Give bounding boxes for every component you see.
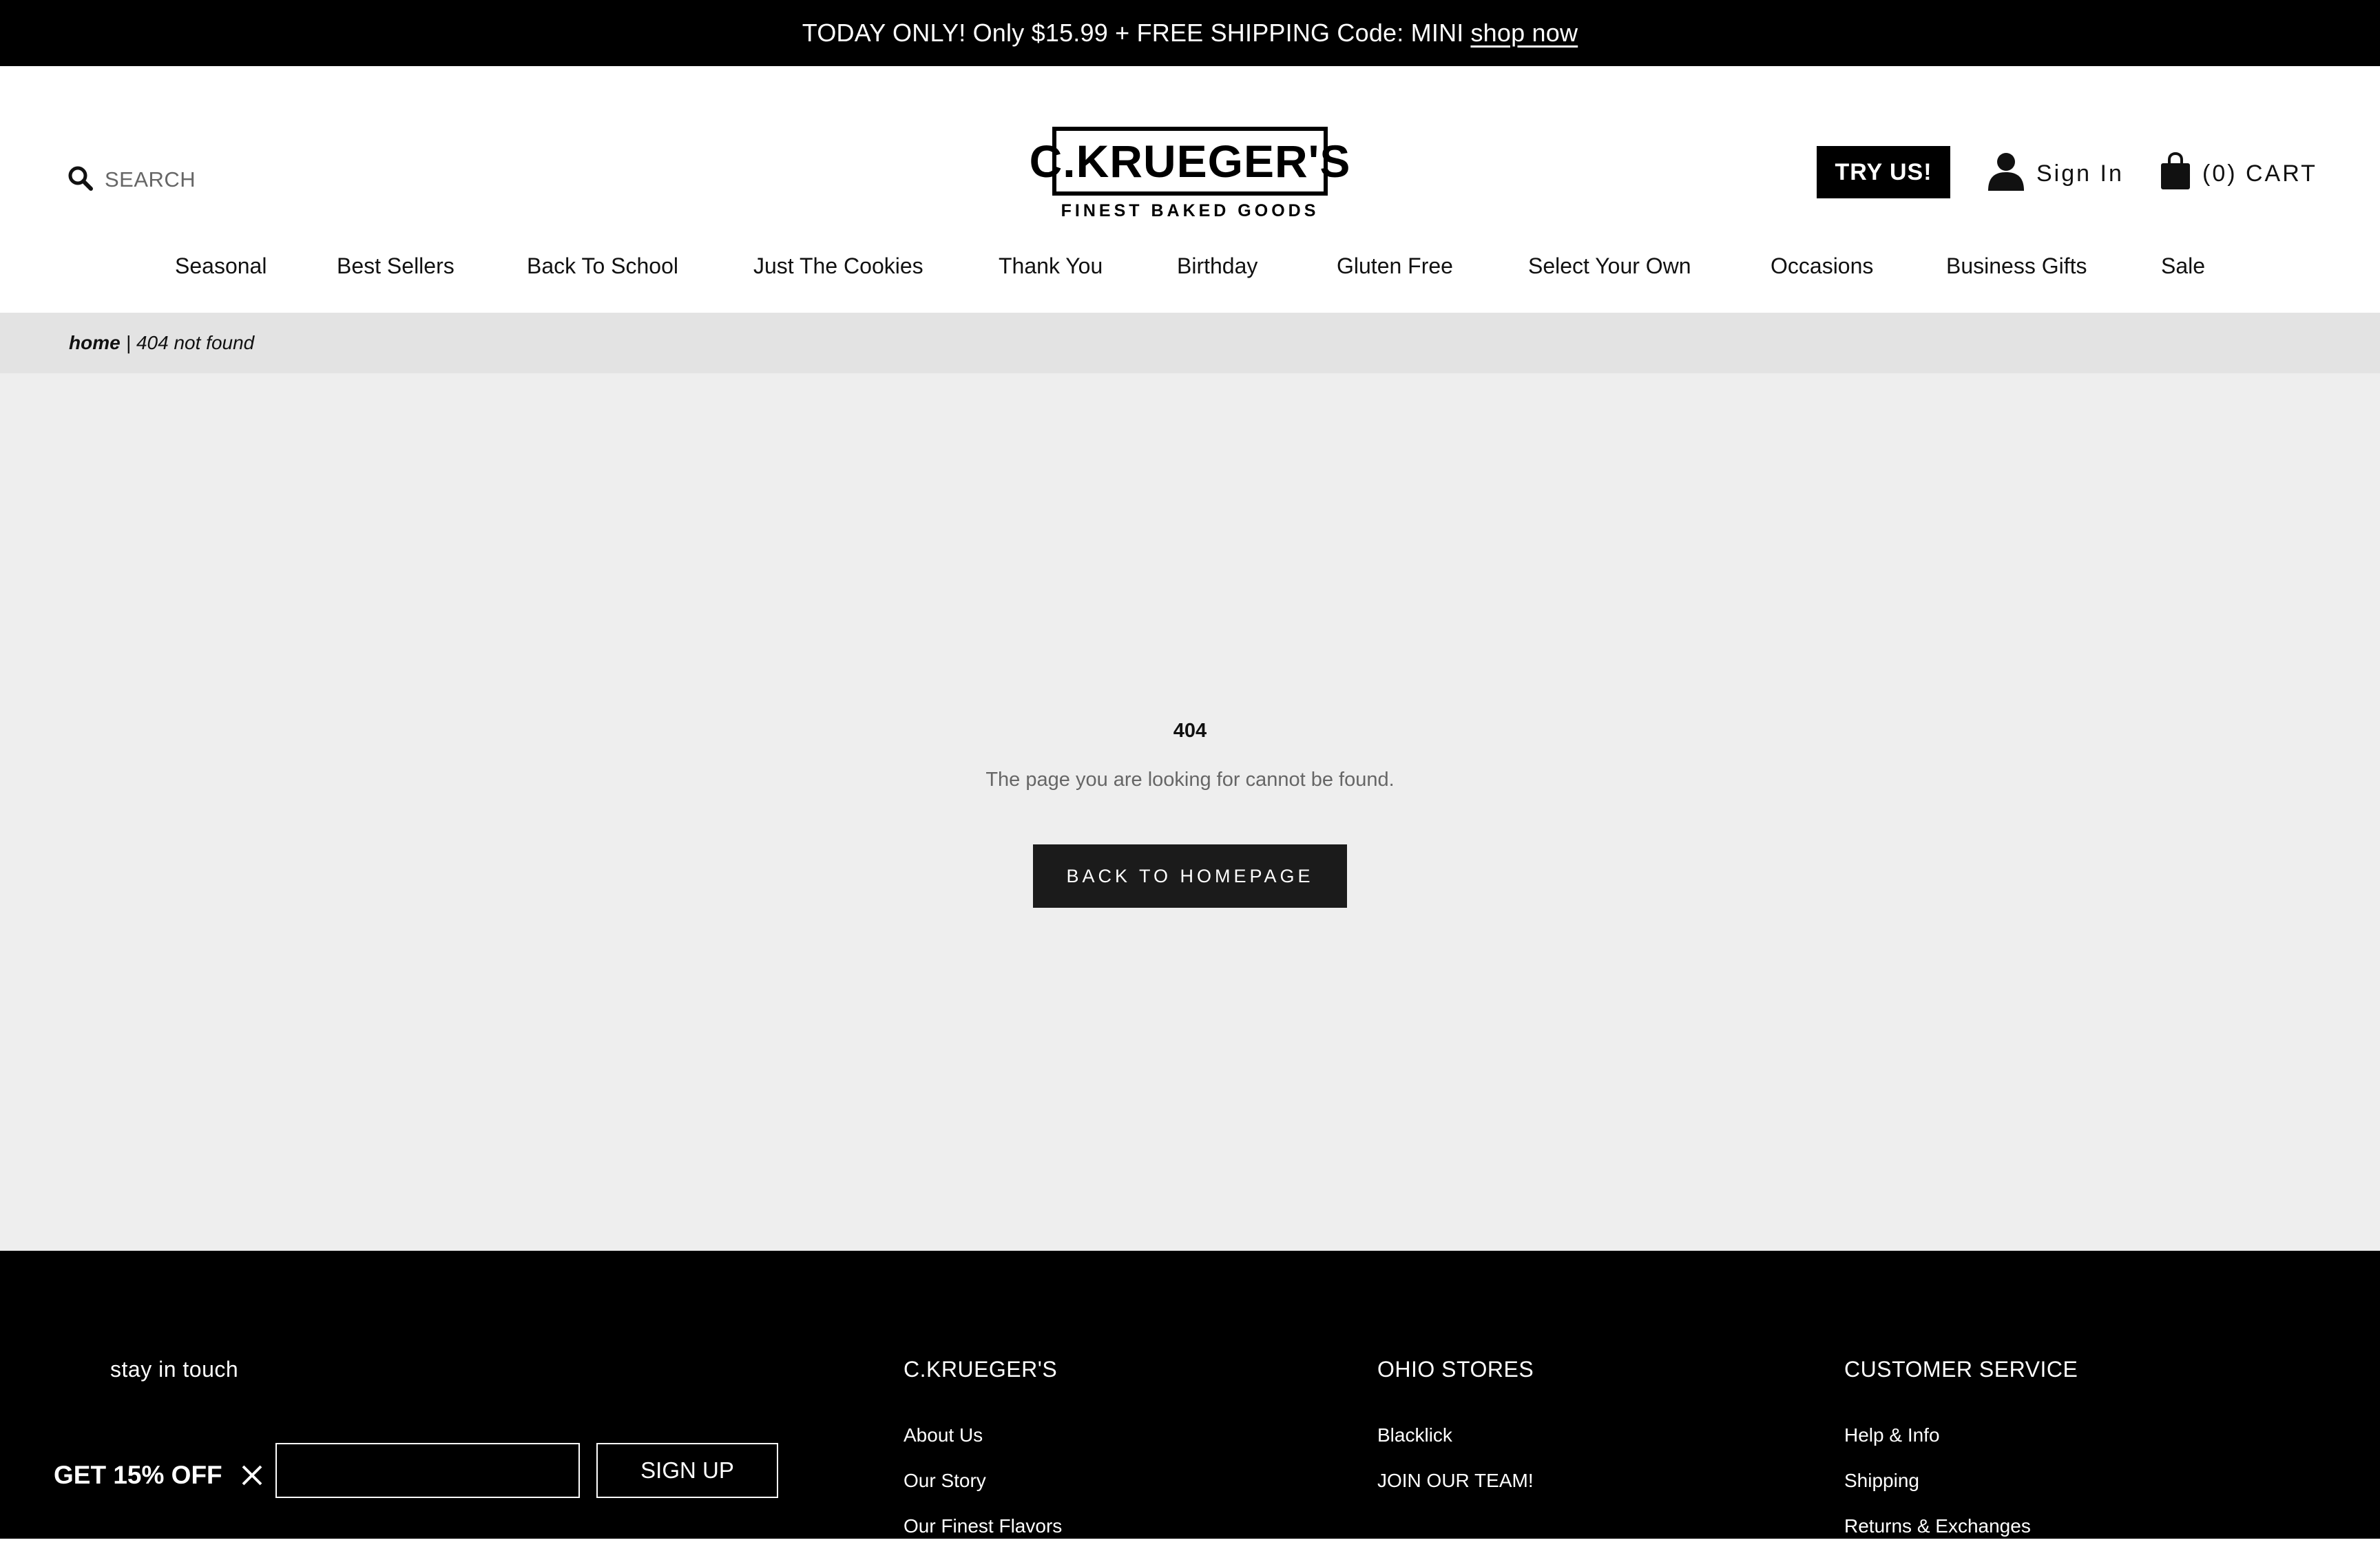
site-header: SEARCH C.KRUEGER'S FINEST BAKED GOODS TR… <box>0 66 2380 313</box>
footer-column-title: CUSTOMER SERVICE <box>1844 1357 2078 1382</box>
nav-item-sale[interactable]: Sale <box>2161 253 2205 279</box>
main-content: 404 The page you are looking for cannot … <box>0 373 2380 1251</box>
footer-link-our-finest-flavors[interactable]: Our Finest Flavors <box>904 1504 1062 1549</box>
nav-item-gluten-free[interactable]: Gluten Free <box>1337 253 1453 279</box>
footer-link-about-us[interactable]: About Us <box>904 1413 1062 1458</box>
announcement-bar: TODAY ONLY! Only $15.99 + FREE SHIPPING … <box>0 0 2380 66</box>
bag-icon <box>2160 152 2191 196</box>
footer-link-shipping[interactable]: Shipping <box>1844 1458 2078 1504</box>
search-box[interactable]: SEARCH <box>67 159 196 200</box>
email-input[interactable] <box>275 1443 580 1498</box>
nav-item-back-to-school[interactable]: Back To School <box>527 253 678 279</box>
try-us-button[interactable]: TRY US! <box>1817 146 1950 198</box>
nav-item-thank-you[interactable]: Thank You <box>999 253 1103 279</box>
breadcrumb-separator: | <box>125 332 131 353</box>
back-to-homepage-button[interactable]: BACK TO HOMEPAGE <box>1033 844 1347 908</box>
nav-item-best-sellers[interactable]: Best Sellers <box>337 253 455 279</box>
close-icon[interactable] <box>240 1464 264 1487</box>
nav-item-select-your-own[interactable]: Select Your Own <box>1528 253 1691 279</box>
nav-item-birthday[interactable]: Birthday <box>1177 253 1257 279</box>
footer-column-company: C.KRUEGER'S About Us Our Story Our Fines… <box>904 1357 1062 1549</box>
footer-link-blacklick[interactable]: Blacklick <box>1377 1413 1534 1458</box>
nav-item-seasonal[interactable]: Seasonal <box>175 253 267 279</box>
footer-link-returns-exchanges[interactable]: Returns & Exchanges <box>1844 1504 2078 1549</box>
footer-column-title: C.KRUEGER'S <box>904 1357 1058 1382</box>
cart-label: (0) CART <box>2202 160 2317 187</box>
footer-column-customer-service: CUSTOMER SERVICE Help & Info Shipping Re… <box>1844 1357 2078 1549</box>
sign-in-link[interactable]: Sign In <box>1987 151 2124 197</box>
error-message: The page you are looking for cannot be f… <box>985 769 1395 791</box>
nav-item-just-the-cookies[interactable]: Just The Cookies <box>753 253 923 279</box>
logo[interactable]: C.KRUEGER'S FINEST BAKED GOODS <box>1030 127 1350 220</box>
shop-now-link[interactable]: shop now <box>1470 19 1578 48</box>
footer-link-help-info[interactable]: Help & Info <box>1844 1413 2078 1458</box>
promo-text[interactable]: GET 15% OFF <box>54 1461 222 1490</box>
search-icon <box>67 165 94 195</box>
sign-up-button[interactable]: SIGN UP <box>596 1443 778 1498</box>
error-code: 404 <box>1173 720 1207 742</box>
breadcrumb-home[interactable]: home <box>69 332 121 354</box>
breadcrumb-current: 404 not found <box>136 332 255 353</box>
nav-item-business-gifts[interactable]: Business Gifts <box>1946 253 2087 279</box>
footer-column-ohio-stores: OHIO STORES Blacklick JOIN OUR TEAM! <box>1377 1357 1534 1504</box>
cart-link[interactable]: (0) CART <box>2160 152 2317 196</box>
logo-tagline: FINEST BAKED GOODS <box>1061 201 1319 220</box>
footer-link-our-story[interactable]: Our Story <box>904 1458 1062 1504</box>
breadcrumb: home | 404 not found <box>0 313 2380 373</box>
footer-link-join-our-team[interactable]: JOIN OUR TEAM! <box>1377 1458 1534 1504</box>
nav-item-occasions[interactable]: Occasions <box>1771 253 1873 279</box>
footer-column-title: OHIO STORES <box>1377 1357 1534 1382</box>
user-icon <box>1987 151 2025 197</box>
search-label: SEARCH <box>105 167 196 191</box>
stay-in-touch-heading: stay in touch <box>110 1357 239 1382</box>
announcement-text: TODAY ONLY! Only $15.99 + FREE SHIPPING … <box>802 19 1464 47</box>
logo-name: C.KRUEGER'S <box>1030 127 1350 196</box>
sign-in-label: Sign In <box>2036 160 2124 187</box>
main-navigation: Seasonal Best Sellers Back To School Jus… <box>0 253 2380 288</box>
promo-tab: GET 15% OFF <box>0 1449 275 1501</box>
